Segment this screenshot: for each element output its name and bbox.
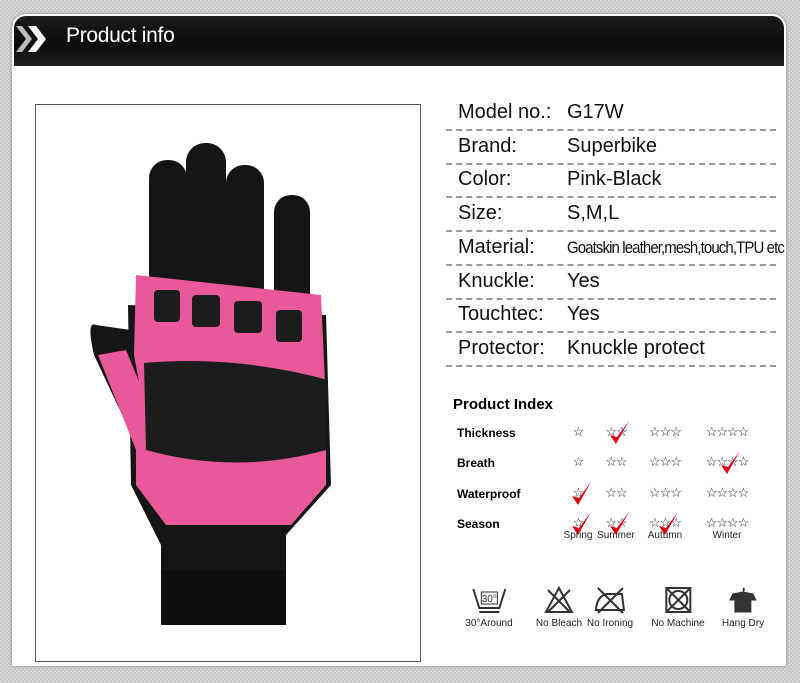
spec-value: Yes: [567, 269, 600, 292]
spec-row: Protector: Knuckle protect: [446, 333, 776, 367]
star-rating-icon: ☆☆: [605, 454, 627, 469]
season-label: Spring: [563, 530, 593, 541]
index-label: Season: [457, 517, 500, 531]
spec-label: Model no.:: [458, 101, 552, 123]
glove-illustration: [90, 143, 331, 625]
check-mark-icon: [721, 451, 740, 474]
spec-value: S,M,L: [567, 202, 620, 225]
star-rating-icon: ☆☆☆: [649, 454, 682, 469]
spec-label: Protector:: [458, 336, 545, 359]
page-title: Product info: [66, 24, 175, 47]
spec-row: Knuckle: Yes: [446, 266, 776, 300]
spec-row: Size: S,M,L: [446, 198, 776, 233]
season-label: Autumn: [647, 530, 683, 541]
spec-row: Brand: Superbike: [446, 131, 776, 165]
spec-label: Brand:: [458, 134, 517, 157]
season-label: Summer: [597, 530, 635, 541]
check-mark-icon: [610, 421, 629, 444]
star-rating-icon: ☆☆☆: [649, 485, 682, 500]
svg-text:30°: 30°: [481, 594, 496, 605]
no-machine-icon: [651, 586, 704, 614]
spec-value: Pink-Black: [567, 168, 662, 191]
index-label: Thickness: [457, 426, 516, 440]
spec-row: Material: Goatskin leather,mesh,touch,TPU…: [446, 232, 785, 266]
spec-value: Yes: [567, 303, 600, 326]
spec-label: Color:: [458, 168, 512, 191]
spec-value: G17W: [567, 101, 624, 123]
care-label: No Machine: [651, 618, 705, 629]
care-no-machine: No Machine: [651, 586, 705, 629]
spec-label: Size:: [458, 202, 503, 225]
product-image: [35, 104, 421, 662]
index-label: Breath: [457, 456, 496, 470]
care-wash-30: 30° 30°Around: [465, 586, 513, 629]
star-rating-icon: ☆: [572, 424, 585, 439]
check-mark-icon: [572, 482, 591, 505]
star-rating-icon: ☆☆☆☆: [705, 424, 750, 439]
wash-30-icon: 30°: [465, 586, 512, 614]
spec-label: Material:: [458, 235, 535, 258]
spec-label: Touchtec:: [458, 303, 544, 326]
spec-value: Goatskin leather,mesh,touch,TPU etc: [567, 237, 785, 257]
spec-row: Color: Pink-Black: [446, 164, 776, 199]
star-rating-icon: ☆☆☆: [649, 424, 682, 439]
no-bleach-icon: [536, 586, 582, 614]
spec-value: Superbike: [567, 134, 658, 157]
care-label: Hang Dry: [721, 618, 765, 629]
spec-row: Model no.: G17W: [446, 97, 776, 131]
care-label: No Bleach: [535, 618, 583, 629]
care-label: No Ironing: [586, 618, 634, 629]
care-label: 30°Around: [465, 618, 513, 629]
hang-dry-icon: [722, 586, 764, 614]
spec-value: Knuckle protect: [567, 336, 705, 359]
care-hang-dry: Hang Dry: [722, 586, 764, 629]
star-rating-icon: ☆☆☆☆: [705, 515, 750, 530]
spec-row: Touchtec: Yes: [446, 299, 776, 334]
star-rating-icon: ☆☆☆☆: [705, 485, 750, 500]
spec-label: Knuckle:: [458, 269, 535, 292]
product-index-title: Product Index: [453, 396, 554, 413]
season-label: Winter: [712, 530, 742, 541]
care-no-bleach: No Bleach: [536, 586, 582, 629]
double-chevron-icon: [16, 26, 46, 52]
header-bar: Product info: [14, 16, 784, 66]
star-rating-icon: ☆: [572, 454, 585, 469]
no-ironing-icon: [587, 586, 633, 614]
star-rating-icon: ☆☆: [605, 485, 627, 500]
care-no-ironing: No Ironing: [587, 586, 633, 629]
index-label: Waterproof: [457, 487, 521, 501]
